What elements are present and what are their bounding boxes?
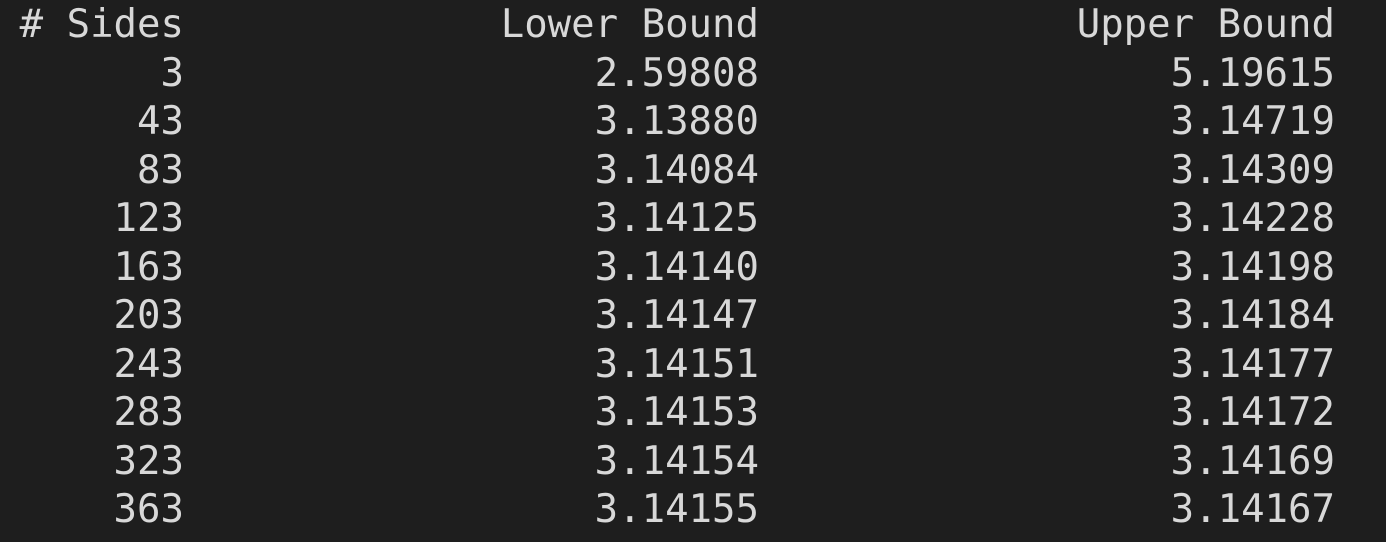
upper-bound-cell: 3.14177 xyxy=(1170,341,1335,387)
table-row: 123 3.14125 3.14228 xyxy=(14,195,1335,244)
upper-bound-cell: 5.19615 xyxy=(1170,50,1335,96)
terminal-output: # Sides Lower Bound Upper Bound 3 2.5980… xyxy=(0,0,1386,542)
upper-bound-cell: 3.14309 xyxy=(1170,147,1335,193)
lower-bound-cell: 3.14153 xyxy=(594,390,759,435)
results-table: # Sides Lower Bound Upper Bound 3 2.5980… xyxy=(14,1,1335,535)
upper-bound-cell: 3.14198 xyxy=(1170,244,1335,290)
sides-cell: 163 xyxy=(113,244,184,290)
header-row: # Sides Lower Bound Upper Bound xyxy=(14,1,1335,50)
header-lower-bound: Lower Bound xyxy=(500,2,759,47)
table-row: 323 3.14154 3.14169 xyxy=(14,438,1335,487)
upper-bound-cell: 3.14172 xyxy=(1170,390,1335,435)
lower-bound-cell: 3.13880 xyxy=(594,99,759,144)
header-sides: # Sides xyxy=(19,2,184,47)
sides-cell: 203 xyxy=(113,293,184,338)
lower-bound-cell: 3.14140 xyxy=(594,244,759,290)
header-upper-bound: Upper Bound xyxy=(1076,2,1335,47)
upper-bound-cell: 3.14167 xyxy=(1170,487,1335,532)
sides-cell: 3 xyxy=(160,50,184,96)
table-row: 363 3.14155 3.14167 xyxy=(14,486,1335,535)
table-row: 43 3.13880 3.14719 xyxy=(14,98,1335,147)
table-row: 243 3.14151 3.14177 xyxy=(14,341,1335,390)
table-row: 3 2.59808 5.19615 xyxy=(14,50,1335,99)
upper-bound-cell: 3.14184 xyxy=(1170,293,1335,338)
upper-bound-cell: 3.14169 xyxy=(1170,438,1335,484)
lower-bound-cell: 3.14084 xyxy=(594,147,759,193)
lower-bound-cell: 3.14151 xyxy=(594,341,759,387)
table-row: 283 3.14153 3.14172 xyxy=(14,389,1335,438)
upper-bound-cell: 3.14719 xyxy=(1170,99,1335,144)
table-row: 163 3.14140 3.14198 xyxy=(14,244,1335,293)
sides-cell: 83 xyxy=(137,147,184,193)
sides-cell: 43 xyxy=(137,99,184,144)
lower-bound-cell: 3.14154 xyxy=(594,438,759,484)
sides-cell: 363 xyxy=(113,487,184,532)
lower-bound-cell: 3.14155 xyxy=(594,487,759,532)
sides-cell: 323 xyxy=(113,438,184,484)
sides-cell: 123 xyxy=(113,196,184,241)
upper-bound-cell: 3.14228 xyxy=(1170,196,1335,241)
sides-cell: 283 xyxy=(113,390,184,435)
lower-bound-cell: 3.14125 xyxy=(594,196,759,241)
lower-bound-cell: 3.14147 xyxy=(594,293,759,338)
lower-bound-cell: 2.59808 xyxy=(594,50,759,96)
sides-cell: 243 xyxy=(113,341,184,387)
table-row: 203 3.14147 3.14184 xyxy=(14,292,1335,341)
table-row: 83 3.14084 3.14309 xyxy=(14,147,1335,196)
